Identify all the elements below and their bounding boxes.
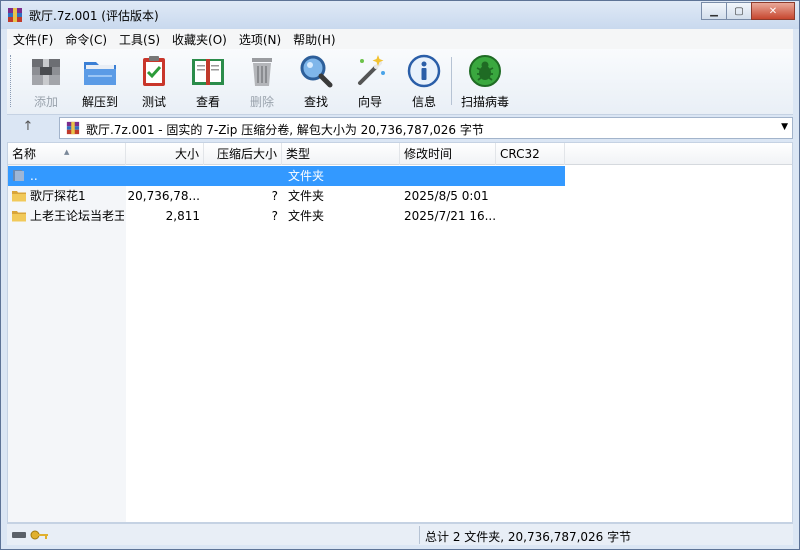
- table-row[interactable]: 上老王论坛当老王 2,811 ? 文件夹 2025/7/21 16...: [8, 206, 565, 226]
- file-list[interactable]: 名称 ▲ 大小 压缩后大小 类型 修改时间 CRC32 .. 文件夹 歌厅探花1…: [7, 142, 793, 523]
- status-divider: [419, 526, 420, 544]
- minimize-button[interactable]: ▁: [701, 2, 727, 20]
- status-bar: 总计 2 文件夹, 20,736,787,026 字节: [7, 523, 793, 545]
- menu-commands[interactable]: 命令(C): [59, 31, 113, 48]
- parent-folder-icon: [13, 170, 24, 181]
- menu-tools[interactable]: 工具(S): [113, 31, 166, 48]
- list-header: 名称 ▲ 大小 压缩后大小 类型 修改时间 CRC32: [8, 143, 792, 165]
- address-dropdown-icon[interactable]: ▼: [781, 122, 788, 132]
- column-size[interactable]: 大小: [126, 143, 204, 165]
- add-archive-icon: [32, 59, 60, 85]
- address-text: 歌厅.7z.001 - 固实的 7-Zip 压缩分卷, 解包大小为 20,736…: [86, 123, 484, 137]
- table-row[interactable]: 歌厅探花1 20,736,78... ? 文件夹 2025/8/5 0:01: [8, 186, 565, 206]
- maximize-button[interactable]: ▢: [726, 2, 752, 20]
- wizard-wand-icon: [358, 55, 385, 85]
- status-summary: 总计 2 文件夹, 20,736,787,026 字节: [425, 530, 632, 544]
- address-bar: ↑ 歌厅.7z.001 - 固实的 7-Zip 压缩分卷, 解包大小为 20,7…: [7, 116, 793, 140]
- winrar-app-icon: [8, 8, 22, 22]
- toolbar: 添加 解压到 测试 查看 删除 查找 向导 信息 扫描病毒: [7, 49, 793, 115]
- drive-key-icon[interactable]: [11, 528, 51, 542]
- menu-options[interactable]: 选项(N): [233, 31, 287, 48]
- column-crc32[interactable]: CRC32: [496, 143, 565, 165]
- sort-ascending-icon: ▲: [64, 148, 70, 156]
- column-modified[interactable]: 修改时间: [400, 143, 496, 165]
- folder-icon: [12, 211, 26, 222]
- menu-help[interactable]: 帮助(H): [287, 31, 341, 48]
- delete-button[interactable]: 删除: [235, 53, 289, 111]
- table-row[interactable]: .. 文件夹: [8, 166, 565, 186]
- address-field[interactable]: 歌厅.7z.001 - 固实的 7-Zip 压缩分卷, 解包大小为 20,736…: [59, 117, 793, 139]
- scan-virus-button[interactable]: 扫描病毒: [455, 53, 515, 111]
- delete-trash-icon: [252, 58, 272, 86]
- wizard-button[interactable]: 向导: [343, 53, 397, 111]
- extract-folder-icon: [84, 62, 116, 85]
- test-clipboard-icon: [143, 56, 165, 86]
- menu-file[interactable]: 文件(F): [7, 31, 59, 48]
- toolbar-separator: [451, 57, 452, 105]
- window-controls: ▁ ▢ ✕: [701, 2, 795, 20]
- view-button[interactable]: 查看: [181, 53, 235, 111]
- title-bar[interactable]: 歌厅.7z.001 (评估版本) ▁ ▢ ✕: [1, 1, 799, 29]
- add-button[interactable]: 添加: [19, 53, 73, 111]
- window-title: 歌厅.7z.001 (评估版本): [29, 9, 159, 23]
- close-button[interactable]: ✕: [751, 2, 795, 20]
- toolbar-grip[interactable]: [10, 55, 14, 107]
- column-name[interactable]: 名称 ▲: [8, 143, 126, 165]
- archive-icon: [66, 121, 80, 135]
- find-magnifier-icon: [300, 55, 333, 88]
- scan-virus-icon: [469, 55, 501, 87]
- info-button[interactable]: 信息: [397, 53, 451, 111]
- menu-bar: 文件(F) 命令(C) 工具(S) 收藏夹(O) 选项(N) 帮助(H): [7, 29, 793, 49]
- up-folder-button[interactable]: ↑: [19, 119, 37, 137]
- view-book-icon: [192, 59, 224, 85]
- menu-favorites[interactable]: 收藏夹(O): [166, 31, 233, 48]
- column-packed[interactable]: 压缩后大小: [204, 143, 282, 165]
- extract-to-button[interactable]: 解压到: [73, 53, 127, 111]
- column-type[interactable]: 类型: [282, 143, 400, 165]
- test-button[interactable]: 测试: [127, 53, 181, 111]
- winrar-window: 歌厅.7z.001 (评估版本) ▁ ▢ ✕ 文件(F) 命令(C) 工具(S)…: [0, 0, 800, 550]
- info-icon: [407, 54, 441, 88]
- find-button[interactable]: 查找: [289, 53, 343, 111]
- folder-icon: [12, 191, 26, 202]
